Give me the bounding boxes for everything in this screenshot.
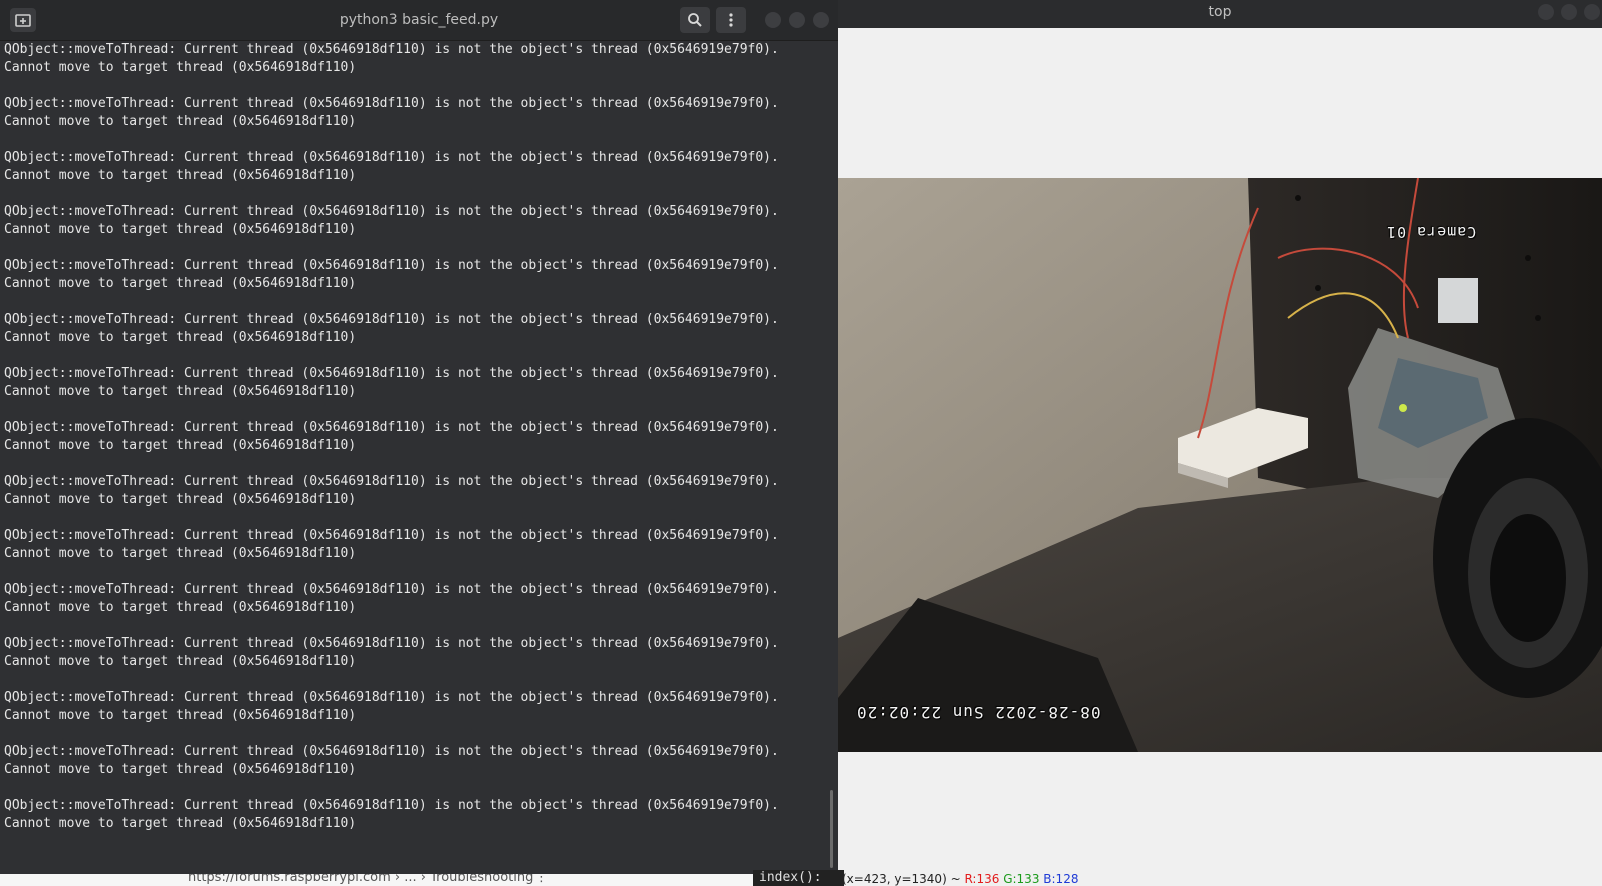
terminal-maximize-button[interactable]: [789, 12, 805, 28]
background-browser-strip: https://forums.raspberrypi.com › ... › T…: [0, 874, 760, 886]
status-blue: B:128: [1043, 872, 1079, 886]
terminal-close-button[interactable]: [813, 12, 829, 28]
pixel-status-bar: (x=423, y=1340) ~ R:136 G:133 B:128: [842, 872, 1078, 886]
log-entry: QObject::moveToThread: Current thread (0…: [4, 149, 824, 185]
terminal-window: python3 basic_feed.py QObject::moveToThr…: [0, 0, 839, 874]
log-line: Cannot move to target thread (0x5646918d…: [4, 708, 357, 723]
viewer-minimize-button[interactable]: [1538, 4, 1554, 20]
viewer-maximize-button[interactable]: [1561, 4, 1577, 20]
log-line: Cannot move to target thread (0x5646918d…: [4, 168, 357, 183]
log-line: QObject::moveToThread: Current thread (0…: [4, 744, 779, 759]
log-entry: QObject::moveToThread: Current thread (0…: [4, 635, 824, 671]
viewer-header: top: [838, 0, 1602, 28]
log-line: Cannot move to target thread (0x5646918d…: [4, 546, 357, 561]
log-line: QObject::moveToThread: Current thread (0…: [4, 636, 779, 651]
terminal-minimize-button[interactable]: [765, 12, 781, 28]
image-viewer-window: top Camera 01 08-28-2022 Sun 22:02:20 (x…: [838, 0, 1602, 886]
kebab-menu-icon: [729, 13, 733, 27]
terminal-output[interactable]: QObject::moveToThread: Current thread (0…: [4, 41, 824, 867]
log-entry: QObject::moveToThread: Current thread (0…: [4, 365, 824, 401]
log-line: QObject::moveToThread: Current thread (0…: [4, 690, 779, 705]
log-line: QObject::moveToThread: Current thread (0…: [4, 474, 779, 489]
log-entry: QObject::moveToThread: Current thread (0…: [4, 473, 824, 509]
status-green: G:133: [1003, 872, 1040, 886]
log-line: QObject::moveToThread: Current thread (0…: [4, 204, 779, 219]
log-line: QObject::moveToThread: Current thread (0…: [4, 312, 779, 327]
terminal-search-button[interactable]: [680, 7, 710, 33]
log-line: QObject::moveToThread: Current thread (0…: [4, 798, 779, 813]
log-line: Cannot move to target thread (0x5646918d…: [4, 600, 357, 615]
terminal-scrollbar[interactable]: [830, 790, 833, 868]
log-entry: QObject::moveToThread: Current thread (0…: [4, 527, 824, 563]
terminal-menu-button[interactable]: [716, 7, 746, 33]
viewer-close-button[interactable]: [1584, 4, 1600, 20]
log-line: QObject::moveToThread: Current thread (0…: [4, 582, 779, 597]
desktop: python3 basic_feed.py QObject::moveToThr…: [0, 0, 1602, 886]
log-line: Cannot move to target thread (0x5646918d…: [4, 276, 357, 291]
background-code-snippet: index():: [753, 870, 844, 886]
log-entry: QObject::moveToThread: Current thread (0…: [4, 743, 824, 779]
log-line: Cannot move to target thread (0x5646918d…: [4, 762, 357, 777]
terminal-header: python3 basic_feed.py: [0, 0, 838, 41]
log-entry: QObject::moveToThread: Current thread (0…: [4, 257, 824, 293]
log-entry: QObject::moveToThread: Current thread (0…: [4, 581, 824, 617]
log-line: QObject::moveToThread: Current thread (0…: [4, 366, 779, 381]
log-entry: QObject::moveToThread: Current thread (0…: [4, 689, 824, 725]
log-line: Cannot move to target thread (0x5646918d…: [4, 330, 357, 345]
background-browser-url[interactable]: https://forums.raspberrypi.com › ... › T…: [188, 874, 533, 885]
log-line: Cannot move to target thread (0x5646918d…: [4, 654, 357, 669]
log-line: Cannot move to target thread (0x5646918d…: [4, 114, 357, 129]
camera-feed[interactable]: Camera 01 08-28-2022 Sun 22:02:20: [838, 178, 1602, 752]
log-line: QObject::moveToThread: Current thread (0…: [4, 150, 779, 165]
log-entry: QObject::moveToThread: Current thread (0…: [4, 203, 824, 239]
background-menu-dots[interactable]: ⋮: [535, 874, 548, 885]
log-line: QObject::moveToThread: Current thread (0…: [4, 96, 779, 111]
viewer-title: top: [1208, 4, 1232, 20]
log-entry: QObject::moveToThread: Current thread (0…: [4, 797, 824, 833]
log-line: Cannot move to target thread (0x5646918d…: [4, 384, 357, 399]
log-line: Cannot move to target thread (0x5646918d…: [4, 438, 357, 453]
log-line: QObject::moveToThread: Current thread (0…: [4, 258, 779, 273]
log-entry: QObject::moveToThread: Current thread (0…: [4, 41, 824, 77]
log-line: Cannot move to target thread (0x5646918d…: [4, 816, 357, 831]
status-coords: (x=423, y=1340) ~: [842, 872, 961, 886]
camera-timestamp-overlay: 08-28-2022 Sun 22:02:20: [856, 703, 1101, 722]
log-entry: QObject::moveToThread: Current thread (0…: [4, 419, 824, 455]
log-line: Cannot move to target thread (0x5646918d…: [4, 60, 357, 75]
camera-label-overlay: Camera 01: [1386, 223, 1477, 241]
log-line: QObject::moveToThread: Current thread (0…: [4, 420, 779, 435]
search-icon: [688, 13, 702, 27]
log-line: QObject::moveToThread: Current thread (0…: [4, 42, 779, 57]
log-entry: QObject::moveToThread: Current thread (0…: [4, 311, 824, 347]
log-line: QObject::moveToThread: Current thread (0…: [4, 528, 779, 543]
log-line: Cannot move to target thread (0x5646918d…: [4, 222, 357, 237]
log-line: Cannot move to target thread (0x5646918d…: [4, 492, 357, 507]
camera-image: [838, 178, 1602, 752]
status-red: R:136: [964, 872, 1000, 886]
log-entry: QObject::moveToThread: Current thread (0…: [4, 95, 824, 131]
terminal-title: python3 basic_feed.py: [339, 12, 499, 28]
